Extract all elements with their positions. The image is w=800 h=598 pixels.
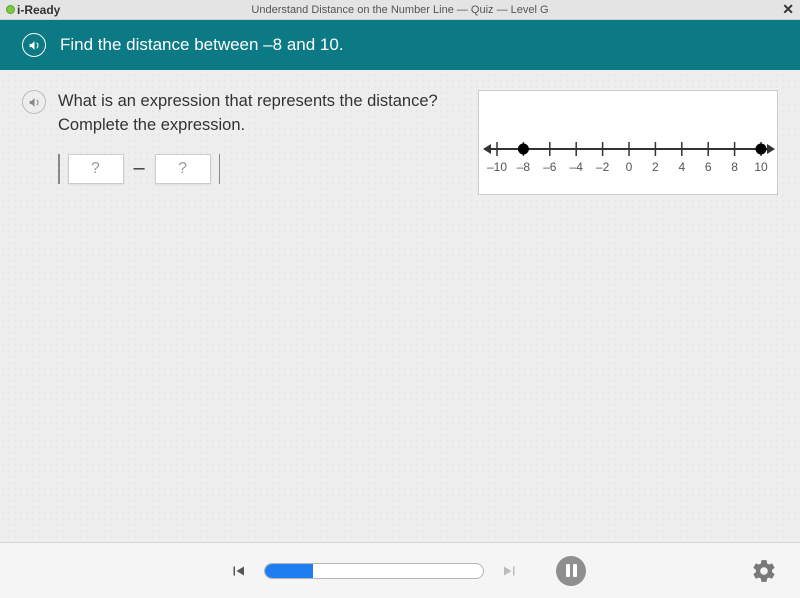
svg-text:–6: –6 <box>543 160 557 174</box>
next-button <box>500 561 520 581</box>
svg-text:–10: –10 <box>487 160 507 174</box>
instruction-banner: Find the distance between –8 and 10. <box>0 20 800 70</box>
svg-text:8: 8 <box>731 160 738 174</box>
settings-button[interactable] <box>750 557 778 585</box>
minus-operator: – <box>132 157 147 180</box>
svg-text:–8: –8 <box>517 160 531 174</box>
content-area: What is an expression that represents th… <box>0 70 800 542</box>
speaker-icon <box>28 96 41 109</box>
brand-text: i-Ready <box>17 3 60 17</box>
svg-text:–4: –4 <box>570 160 584 174</box>
gear-icon <box>751 558 777 584</box>
instruction-text: Find the distance between –8 and 10. <box>60 35 344 55</box>
pause-icon <box>566 564 577 577</box>
skip-back-icon <box>229 562 247 580</box>
expression-row: ? – ? <box>58 154 454 184</box>
number-line-chart: –10 –8 –6 –4 –2 0 2 4 6 8 10 <box>479 91 779 196</box>
lesson-title: Understand Distance on the Number Line —… <box>0 4 800 16</box>
svg-text:4: 4 <box>678 160 685 174</box>
footer-bar <box>0 542 800 598</box>
question-text: What is an expression that represents th… <box>58 90 454 138</box>
audio-button-banner[interactable] <box>22 33 46 57</box>
expression-input-1[interactable]: ? <box>68 154 124 184</box>
svg-text:10: 10 <box>754 160 768 174</box>
abs-bar-right-icon <box>219 154 221 184</box>
audio-button-question[interactable] <box>22 90 46 114</box>
question-column: What is an expression that represents th… <box>22 90 454 184</box>
svg-text:6: 6 <box>705 160 712 174</box>
speaker-icon <box>28 39 41 52</box>
skip-forward-icon <box>501 562 519 580</box>
question-block: What is an expression that represents th… <box>58 90 454 184</box>
progress-fill <box>265 564 313 578</box>
svg-text:–2: –2 <box>596 160 610 174</box>
brand-dot-icon <box>6 5 15 14</box>
abs-bar-left-icon <box>58 154 60 184</box>
expression-input-2[interactable]: ? <box>155 154 211 184</box>
close-button[interactable]: ✕ <box>782 1 794 18</box>
svg-text:2: 2 <box>652 160 659 174</box>
title-bar: i-Ready Understand Distance on the Numbe… <box>0 0 800 20</box>
number-line-panel: –10 –8 –6 –4 –2 0 2 4 6 8 10 <box>478 90 778 195</box>
pause-button[interactable] <box>556 556 586 586</box>
progress-bar[interactable] <box>264 563 484 579</box>
brand: i-Ready <box>6 3 60 17</box>
first-button[interactable] <box>228 561 248 581</box>
svg-text:0: 0 <box>626 160 633 174</box>
